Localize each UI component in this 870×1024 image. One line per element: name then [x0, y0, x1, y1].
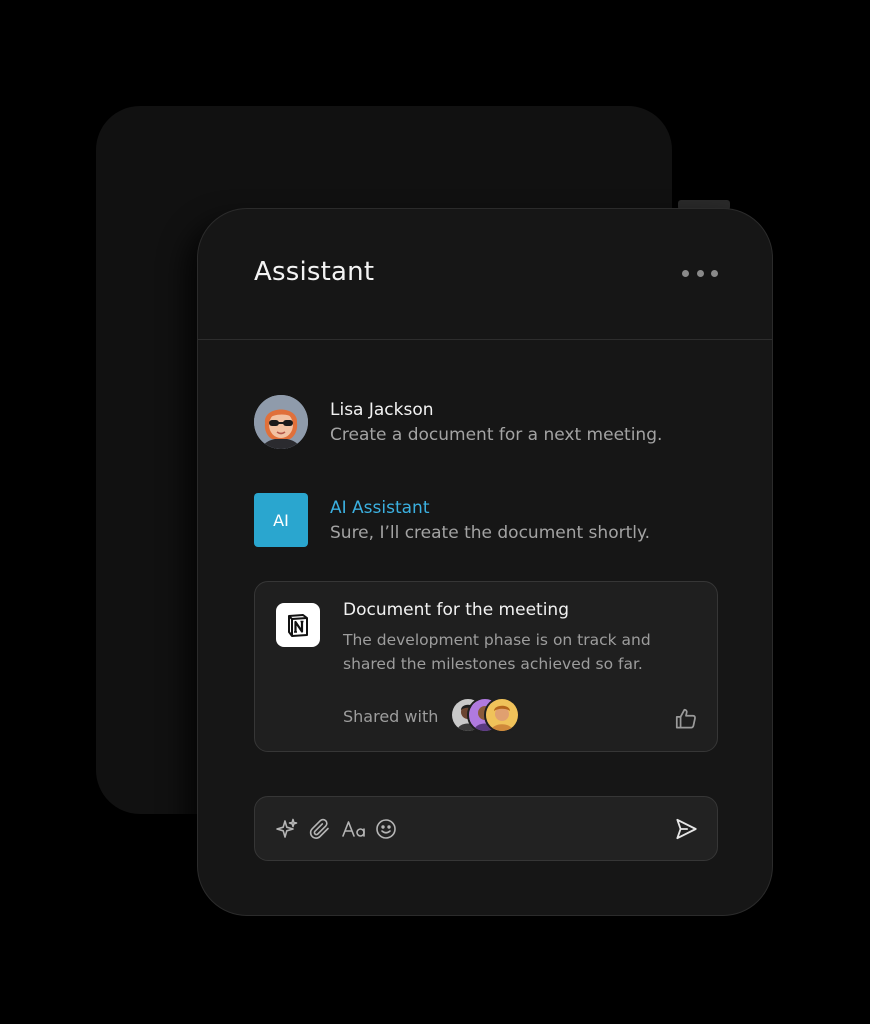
message-composer[interactable]: [254, 796, 718, 861]
shared-with-label: Shared with: [343, 707, 439, 726]
shared-avatars[interactable]: [450, 697, 524, 733]
more-dot: [696, 269, 704, 277]
assistant-panel: Assistant Lisa Jackson Create a document…: [197, 208, 773, 916]
message-author: AI Assistant: [330, 498, 430, 518]
paperclip-icon[interactable]: [308, 817, 332, 841]
more-horizontal-icon: [682, 269, 689, 277]
document-title: Document for the meeting: [343, 600, 569, 620]
document-description: The development phase is on track and sh…: [343, 631, 651, 673]
sparkle-icon[interactable]: [275, 817, 299, 841]
shared-avatar: [484, 697, 520, 733]
notion-icon: [276, 603, 320, 647]
emoji-icon[interactable]: [374, 817, 398, 841]
panel-title: Assistant: [254, 257, 375, 287]
more-dot: [711, 269, 718, 277]
message-text: Create a document for a next meeting.: [330, 425, 663, 445]
avatar: [254, 395, 308, 449]
message-text: Sure, I’ll create the document shortly.: [330, 523, 651, 543]
message-author: Lisa Jackson: [330, 400, 434, 420]
more-options-button[interactable]: [682, 261, 718, 285]
thumbs-up-icon[interactable]: [673, 706, 699, 732]
ai-badge: AI: [254, 493, 308, 547]
text-format-icon[interactable]: [341, 817, 367, 841]
document-card[interactable]: Document for the meeting The development…: [254, 581, 718, 752]
send-icon[interactable]: [673, 816, 699, 842]
panel-header: Assistant: [198, 209, 772, 340]
